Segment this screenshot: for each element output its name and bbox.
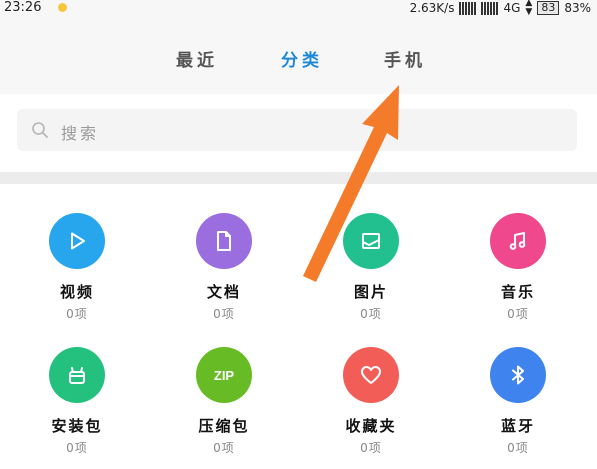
category-label: 蓝牙 (500, 417, 535, 435)
category-label: 音乐 (500, 283, 535, 301)
category-apk[interactable]: 安装包 0项 (27, 347, 127, 456)
search-area: 搜索 (0, 94, 597, 172)
section-divider (0, 172, 597, 184)
music-note-icon (509, 232, 526, 250)
battery-percent: 83% (564, 1, 591, 15)
category-count: 0项 (213, 307, 235, 321)
status-right: 2.63K/s 4G ▲ ▼ 83 83% (409, 0, 591, 17)
android-package-icon (69, 367, 85, 384)
category-icon-circle (196, 213, 252, 269)
category-label: 图片 (353, 283, 388, 301)
tab-category[interactable]: 分类 (281, 46, 323, 71)
category-label: 文档 (206, 283, 241, 301)
category-icon-circle (343, 213, 399, 269)
search-placeholder: 搜索 (61, 124, 100, 143)
category-count: 0项 (66, 441, 88, 455)
data-transfer-icon: ▲ ▼ (525, 0, 533, 17)
signal-bars-icon (459, 1, 477, 15)
category-icon-circle (343, 347, 399, 403)
category-icon-circle (49, 213, 105, 269)
category-count: 0项 (507, 441, 529, 455)
video-play-icon (71, 232, 85, 250)
category-icon-circle (490, 213, 546, 269)
category-video[interactable]: 视频 0项 (27, 213, 127, 322)
category-icon-circle (49, 347, 105, 403)
net-speed: 2.63K/s (409, 1, 455, 15)
category-image[interactable]: 图片 0项 (321, 213, 421, 322)
category-count: 0项 (66, 307, 88, 321)
category-count: 0项 (213, 441, 235, 455)
status-time: 23:26 (4, 0, 42, 15)
search-input[interactable]: 搜索 (17, 109, 577, 151)
category-music[interactable]: 音乐 0项 (468, 213, 568, 322)
search-icon (32, 122, 48, 138)
category-count: 0项 (360, 307, 382, 321)
battery-icon: 83 (537, 1, 560, 15)
category-grid: 视频 0项 文档 0项 图片 0项 音乐 0项 安装包 0项 ZIP 压缩包 0… (0, 184, 597, 469)
image-icon (362, 233, 380, 249)
category-count: 0项 (507, 307, 529, 321)
category-count: 0项 (360, 441, 382, 455)
notification-dot-icon (58, 3, 67, 12)
category-document[interactable]: 文档 0项 (174, 213, 274, 322)
category-label: 安装包 (51, 417, 103, 435)
heart-icon (361, 366, 381, 384)
zip-icon: ZIP (213, 367, 235, 383)
document-icon (217, 231, 231, 251)
tab-bar: 最近 分类 手机 (0, 18, 597, 94)
category-favorites[interactable]: 收藏夹 0项 (321, 347, 421, 456)
category-icon-circle: ZIP (196, 347, 252, 403)
category-label: 视频 (59, 283, 94, 301)
category-bluetooth[interactable]: 蓝牙 0项 (468, 347, 568, 456)
tab-phone[interactable]: 手机 (384, 46, 426, 71)
category-archive[interactable]: ZIP 压缩包 0项 (174, 347, 274, 456)
tab-recent[interactable]: 最近 (176, 46, 218, 71)
status-bar: 23:26 2.63K/s 4G ▲ ▼ 83 83% (0, 0, 597, 18)
signal-bars-icon (481, 1, 499, 15)
bluetooth-icon (512, 365, 524, 385)
network-type: 4G (503, 1, 521, 15)
category-label: 压缩包 (198, 417, 250, 435)
category-label: 收藏夹 (345, 417, 397, 435)
category-icon-circle (490, 347, 546, 403)
